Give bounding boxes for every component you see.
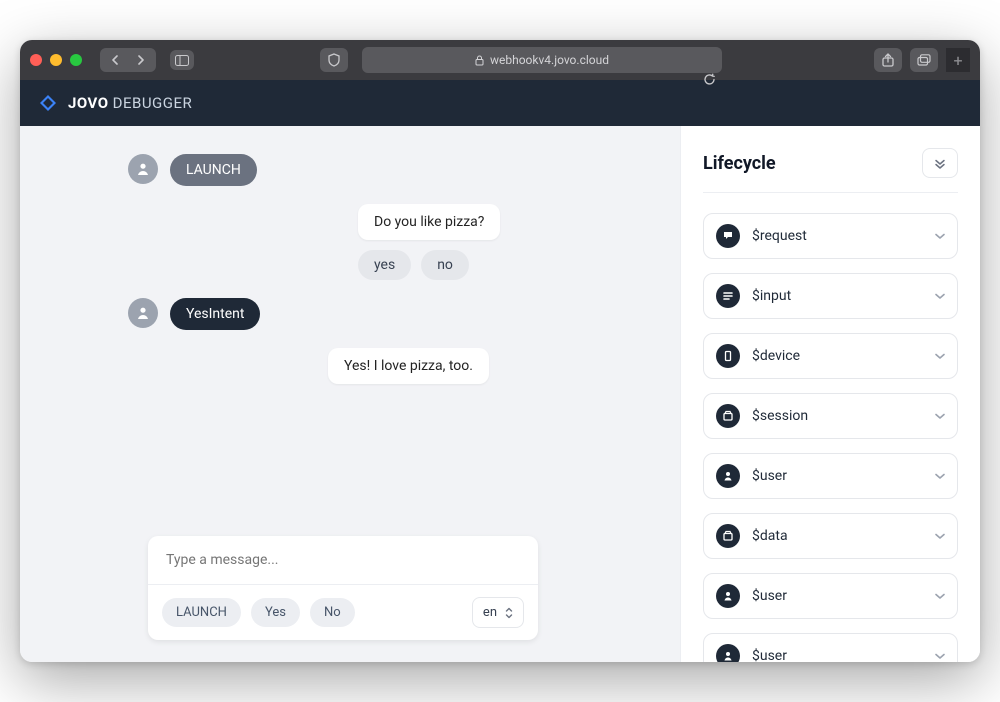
quick-reply-label: yes bbox=[374, 257, 395, 273]
user-message-chip: LAUNCH bbox=[170, 154, 257, 186]
divider bbox=[703, 192, 958, 193]
message-input[interactable] bbox=[148, 536, 538, 584]
url-text: webhookv4.jovo.cloud bbox=[490, 53, 609, 67]
message-composer: LAUNCH Yes No en bbox=[148, 536, 538, 640]
chevron-down-icon bbox=[935, 653, 945, 660]
brand-name: JOVO bbox=[68, 94, 109, 112]
sidebar-header: Lifecycle bbox=[703, 148, 958, 178]
lifecycle-item[interactable]: $request bbox=[703, 213, 958, 259]
url-bar-wrap: webhookv4.jovo.cloud bbox=[362, 47, 722, 73]
suggestion-label: LAUNCH bbox=[176, 605, 227, 620]
chevron-down-icon bbox=[935, 593, 945, 600]
user-message-text: LAUNCH bbox=[186, 162, 241, 178]
lifecycle-item[interactable]: $session bbox=[703, 393, 958, 439]
chevron-down-icon bbox=[935, 413, 945, 420]
suggestion-label: Yes bbox=[265, 605, 286, 620]
collapse-all-button[interactable] bbox=[922, 148, 958, 178]
bot-message-text: Yes! I love pizza, too. bbox=[344, 358, 473, 374]
lifecycle-item-label: $input bbox=[752, 288, 923, 304]
quick-replies-row: yes no bbox=[358, 250, 608, 280]
lifecycle-list: $request $input $device $session $user $data $… bbox=[703, 213, 958, 662]
bot-message-block: Yes! I love pizza, too. bbox=[328, 348, 608, 384]
chevron-down-icon bbox=[935, 533, 945, 540]
lock-icon bbox=[475, 55, 484, 66]
close-window-icon[interactable] bbox=[30, 54, 42, 66]
lifecycle-item[interactable]: $user bbox=[703, 633, 958, 662]
bot-message: Do you like pizza? bbox=[358, 204, 500, 240]
quick-reply-no[interactable]: no bbox=[421, 250, 469, 280]
new-tab-button[interactable]: + bbox=[946, 48, 970, 72]
lifecycle-device-icon bbox=[716, 344, 740, 368]
lifecycle-store-icon bbox=[716, 404, 740, 428]
suggestion-yes[interactable]: Yes bbox=[251, 598, 300, 627]
jovo-logo-icon bbox=[38, 93, 58, 113]
user-message-row: LAUNCH bbox=[128, 154, 608, 186]
language-value: en bbox=[483, 605, 497, 620]
browser-titlebar: webhookv4.jovo.cloud + bbox=[20, 40, 980, 80]
lifecycle-user-icon bbox=[716, 584, 740, 608]
back-button[interactable] bbox=[102, 50, 128, 70]
titlebar-right: + bbox=[874, 48, 970, 72]
lifecycle-chat-icon bbox=[716, 224, 740, 248]
user-avatar-icon bbox=[128, 298, 158, 328]
language-select[interactable]: en bbox=[472, 597, 524, 628]
nav-buttons bbox=[100, 48, 156, 72]
lifecycle-item-label: $session bbox=[752, 408, 923, 424]
chat-pane: LAUNCH Do you like pizza? yes no YesInte… bbox=[20, 126, 680, 662]
reload-icon[interactable] bbox=[703, 73, 716, 86]
lifecycle-store-icon bbox=[716, 524, 740, 548]
lifecycle-item[interactable]: $input bbox=[703, 273, 958, 319]
lifecycle-item-label: $user bbox=[752, 648, 923, 662]
share-icon[interactable] bbox=[874, 48, 902, 72]
chevron-down-icon bbox=[935, 473, 945, 480]
message-list: LAUNCH Do you like pizza? yes no YesInte… bbox=[128, 154, 608, 536]
privacy-shield-icon[interactable] bbox=[320, 48, 348, 72]
lifecycle-item-label: $device bbox=[752, 348, 923, 364]
sidebar-toggle-icon[interactable] bbox=[170, 50, 194, 70]
lifecycle-item-label: $request bbox=[752, 228, 923, 244]
chevron-down-icon bbox=[935, 293, 945, 300]
browser-window: webhookv4.jovo.cloud + JOVODEBUGGER bbox=[20, 40, 980, 662]
bot-message: Yes! I love pizza, too. bbox=[328, 348, 489, 384]
lifecycle-item[interactable]: $device bbox=[703, 333, 958, 379]
lifecycle-item[interactable]: $data bbox=[703, 513, 958, 559]
suggestion-label: No bbox=[324, 605, 341, 620]
lifecycle-user-icon bbox=[716, 464, 740, 488]
sidebar-title: Lifecycle bbox=[703, 153, 776, 174]
traffic-lights bbox=[30, 54, 82, 66]
user-avatar-icon bbox=[128, 154, 158, 184]
tabs-icon[interactable] bbox=[910, 48, 938, 72]
stepper-icon bbox=[505, 607, 513, 619]
brand-text: JOVODEBUGGER bbox=[68, 94, 192, 112]
quick-reply-yes[interactable]: yes bbox=[358, 250, 411, 280]
suggestion-no[interactable]: No bbox=[310, 598, 355, 627]
user-message-text: YesIntent bbox=[186, 306, 244, 322]
lifecycle-item-label: $user bbox=[752, 588, 923, 604]
lifecycle-item[interactable]: $user bbox=[703, 453, 958, 499]
bot-message-text: Do you like pizza? bbox=[374, 214, 484, 230]
lifecycle-user-icon bbox=[716, 644, 740, 662]
lifecycle-item[interactable]: $user bbox=[703, 573, 958, 619]
main-area: LAUNCH Do you like pizza? yes no YesInte… bbox=[20, 126, 980, 662]
forward-button[interactable] bbox=[128, 50, 154, 70]
chevron-down-icon bbox=[935, 353, 945, 360]
bot-message-block: Do you like pizza? yes no bbox=[358, 204, 608, 280]
user-message-row: YesIntent bbox=[128, 298, 608, 330]
suggestion-launch[interactable]: LAUNCH bbox=[162, 598, 241, 627]
minimize-window-icon[interactable] bbox=[50, 54, 62, 66]
brand-suffix: DEBUGGER bbox=[113, 94, 193, 112]
chevron-down-icon bbox=[935, 233, 945, 240]
url-bar[interactable]: webhookv4.jovo.cloud bbox=[362, 47, 722, 73]
lifecycle-lines-icon bbox=[716, 284, 740, 308]
lifecycle-sidebar: Lifecycle $request$input$device$session$… bbox=[680, 126, 980, 662]
user-message-chip: YesIntent bbox=[170, 298, 260, 330]
fullscreen-window-icon[interactable] bbox=[70, 54, 82, 66]
composer-toolbar: LAUNCH Yes No en bbox=[148, 585, 538, 640]
lifecycle-item-label: $data bbox=[752, 528, 923, 544]
lifecycle-item-label: $user bbox=[752, 468, 923, 484]
app-header: JOVODEBUGGER bbox=[20, 80, 980, 126]
quick-reply-label: no bbox=[437, 257, 453, 273]
